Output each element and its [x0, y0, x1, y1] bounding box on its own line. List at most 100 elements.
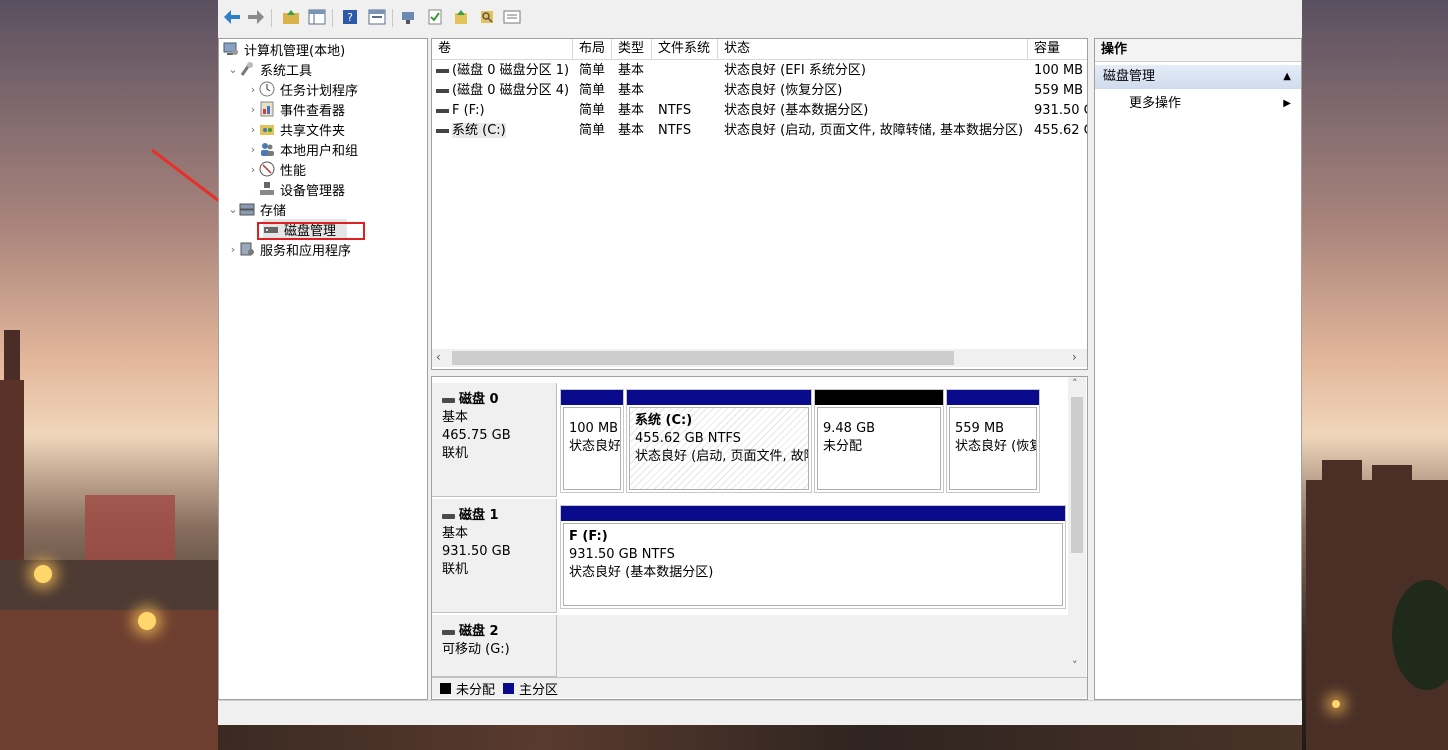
col-header-volume[interactable]: 卷: [432, 39, 573, 59]
scroll-left-icon[interactable]: ‹: [436, 350, 441, 364]
performance-icon: [259, 161, 275, 177]
partition-efi[interactable]: 100 MB 状态良好: [560, 389, 624, 493]
partition-size: 100 MB: [569, 421, 619, 436]
chevron-right-icon[interactable]: ›: [247, 83, 259, 96]
chevron-right-icon[interactable]: ›: [247, 103, 259, 116]
volume-icon: [436, 68, 449, 73]
tree-label-performance: 性能: [280, 163, 307, 179]
more-actions-label: 更多操作: [1129, 96, 1182, 111]
legend-unallocated: 未分配: [456, 682, 496, 698]
col-header-type[interactable]: 类型: [612, 39, 652, 59]
services-icon: [239, 241, 255, 257]
back-icon[interactable]: [223, 8, 241, 26]
disk-graphical-view: 磁盘 0 基本 465.75 GB 联机 100 MB 状态良好 系统 (C:)…: [431, 376, 1088, 700]
scrollbar-thumb[interactable]: [1071, 397, 1083, 553]
clock-icon: [259, 81, 275, 97]
chevron-down-icon[interactable]: ⌄: [227, 203, 239, 216]
horizontal-scrollbar[interactable]: ‹ ›: [432, 349, 1087, 367]
search-icon[interactable]: [478, 8, 496, 26]
tree-label-task-scheduler: 任务计划程序: [280, 83, 359, 99]
disk-0-label[interactable]: 磁盘 0 基本 465.75 GB 联机: [432, 383, 557, 497]
forward-icon[interactable]: [247, 8, 265, 26]
disk-name: 磁盘 2: [459, 624, 499, 639]
table-row[interactable]: (磁盘 0 磁盘分区 1) 简单 基本 状态良好 (EFI 系统分区) 100 …: [432, 61, 1087, 81]
volume-icon: [436, 88, 449, 93]
partition-unallocated[interactable]: 9.48 GB 未分配: [814, 389, 944, 493]
chevron-right-icon[interactable]: ›: [227, 243, 239, 256]
actions-section-disk-management[interactable]: 磁盘管理 ▲: [1095, 65, 1301, 89]
table-row[interactable]: 系统 (C:) 简单 基本 NTFS 状态良好 (启动, 页面文件, 故障转储,…: [432, 121, 1087, 141]
disk-size: 465.75 GB: [442, 428, 511, 443]
cell-status: 状态良好 (基本数据分区): [724, 103, 869, 118]
tree-item-storage[interactable]: ⌄ 存储: [227, 199, 286, 219]
partition-size: 455.62 GB NTFS: [635, 431, 741, 446]
disk-state: 联机: [442, 562, 469, 577]
partition-system-c[interactable]: 系统 (C:) 455.62 GB NTFS 状态良好 (启动, 页面文件, 故…: [626, 389, 812, 493]
collapse-up-icon[interactable]: ▲: [1283, 65, 1291, 89]
tree-item-computer-management[interactable]: 计算机管理(本地): [223, 39, 345, 59]
disk-name: 磁盘 1: [459, 508, 499, 523]
cell-type: 基本: [618, 103, 645, 118]
tree-item-event-viewer[interactable]: › 事件查看器: [247, 99, 345, 119]
scroll-right-icon[interactable]: ›: [1072, 350, 1077, 364]
actions-title: 操作: [1095, 39, 1301, 62]
cell-volume: F (F:): [452, 103, 485, 118]
table-row[interactable]: (磁盘 0 磁盘分区 4) 简单 基本 状态良好 (恢复分区) 559 MB: [432, 81, 1087, 101]
cell-layout: 简单: [579, 103, 606, 118]
tree-item-local-users[interactable]: › 本地用户和组: [247, 139, 358, 159]
help-icon[interactable]: ?: [341, 8, 359, 26]
legend: 未分配 主分区: [432, 677, 1087, 698]
partition-size: 9.48 GB: [823, 421, 876, 436]
chevron-right-icon[interactable]: ›: [247, 123, 259, 136]
scrollbar-thumb[interactable]: [452, 351, 954, 365]
checklist-icon[interactable]: [426, 8, 444, 26]
tree-item-device-manager[interactable]: 设备管理器: [259, 179, 345, 199]
disk-icon: [442, 397, 455, 403]
up-folder-icon[interactable]: [282, 8, 300, 26]
cell-layout: 简单: [579, 83, 606, 98]
computer-management-icon: [223, 41, 239, 57]
partition-status: 状态良好 (基本数据分区): [569, 565, 714, 580]
more-actions-item[interactable]: 更多操作 ▶: [1095, 92, 1301, 116]
tree-item-services[interactable]: › 服务和应用程序: [227, 239, 351, 259]
cell-filesystem: NTFS: [658, 103, 692, 118]
chevron-right-icon[interactable]: ›: [247, 163, 259, 176]
col-header-status[interactable]: 状态: [718, 39, 1028, 59]
partition-status: 状态良好: [569, 439, 621, 454]
actions-section-label: 磁盘管理: [1103, 69, 1156, 84]
disk-2-label[interactable]: 磁盘 2 可移动 (G:): [432, 615, 557, 677]
tree-item-system-tools[interactable]: ⌄ 系统工具: [227, 59, 312, 79]
cell-volume: (磁盘 0 磁盘分区 4): [452, 83, 570, 98]
chevron-down-icon[interactable]: ⌄: [227, 63, 239, 76]
col-header-layout[interactable]: 布局: [573, 39, 612, 59]
partition-bar: [627, 390, 811, 405]
partition-f[interactable]: F (F:) 931.50 GB NTFS 状态良好 (基本数据分区): [560, 505, 1066, 609]
cell-volume: (磁盘 0 磁盘分区 1): [452, 63, 570, 78]
cell-capacity: 455.62 G: [1034, 123, 1087, 138]
tree-item-performance[interactable]: › 性能: [247, 159, 306, 179]
show-hide-tree-icon[interactable]: [308, 8, 326, 26]
export-icon[interactable]: [452, 8, 470, 26]
table-row[interactable]: F (F:) 简单 基本 NTFS 状态良好 (基本数据分区) 931.50 G: [432, 101, 1087, 121]
partition-size: 559 MB: [955, 421, 1005, 436]
scroll-up-icon[interactable]: ˄: [1072, 377, 1078, 390]
console-icon[interactable]: [503, 8, 521, 26]
shared-folder-icon: [259, 121, 275, 137]
disk-1-label[interactable]: 磁盘 1 基本 931.50 GB 联机: [432, 499, 557, 613]
vertical-scrollbar[interactable]: ˄ ˅: [1068, 377, 1086, 677]
properties-icon[interactable]: [368, 8, 386, 26]
col-header-filesystem[interactable]: 文件系统: [652, 39, 718, 59]
chevron-right-icon[interactable]: ›: [247, 143, 259, 156]
desktop-background-bottom: [218, 724, 1302, 750]
scroll-down-icon[interactable]: ˅: [1072, 659, 1078, 672]
partition-bar: [815, 390, 943, 405]
tree-item-shared-folders[interactable]: › 共享文件夹: [247, 119, 345, 139]
col-header-capacity[interactable]: 容量: [1028, 39, 1087, 59]
highlight-box: [257, 222, 365, 240]
system-tools-icon: [239, 61, 255, 77]
tree-item-task-scheduler[interactable]: › 任务计划程序: [247, 79, 358, 99]
connect-icon[interactable]: [400, 8, 418, 26]
partition-recovery[interactable]: 559 MB 状态良好 (恢复: [946, 389, 1040, 493]
cell-status: 状态良好 (EFI 系统分区): [724, 63, 866, 78]
disk-size: 931.50 GB: [442, 544, 511, 559]
